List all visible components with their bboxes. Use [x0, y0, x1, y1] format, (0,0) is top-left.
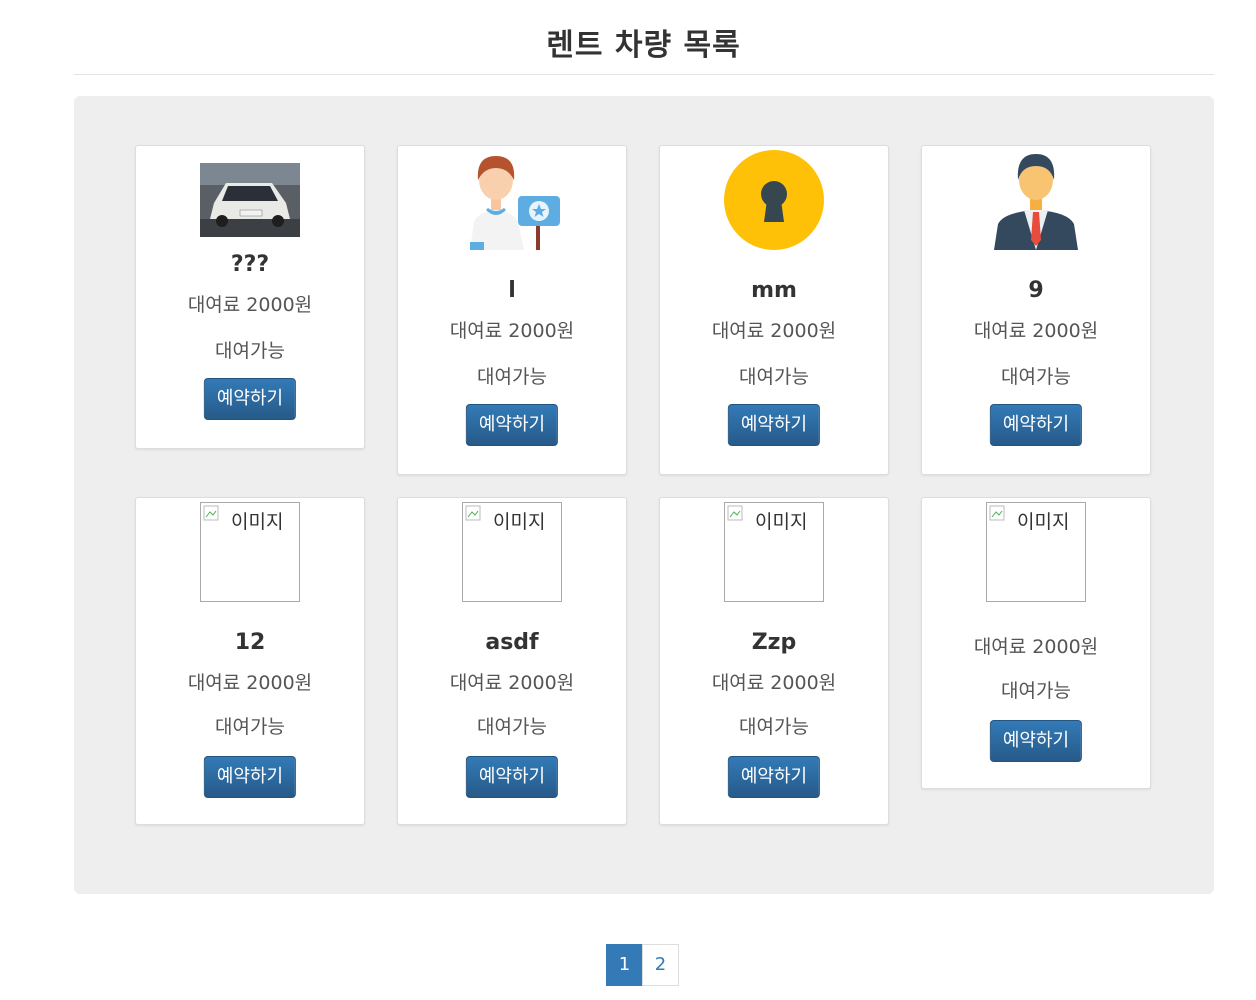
broken-image-icon — [989, 505, 1005, 521]
reserve-button[interactable]: 예약하기 — [203, 756, 297, 798]
availability-status: 대여가능 — [739, 366, 809, 388]
person-with-sign-icon — [462, 150, 562, 250]
image-alt-text: 이미지 — [1017, 511, 1070, 533]
rental-fee: 대여료 2000원 — [711, 320, 837, 342]
car-card: 이미지 대여료 2000원 대여가능 예약하기 — [921, 497, 1151, 789]
availability-status: 대여가능 — [1001, 680, 1071, 702]
title-divider — [74, 74, 1214, 75]
reserve-button[interactable]: 예약하기 — [465, 756, 559, 798]
broken-image: 이미지 — [724, 502, 824, 602]
car-card: 9 대여료 2000원 대여가능 예약하기 — [921, 145, 1151, 475]
car-list-panel: ??? 대여료 2000원 대여가능 예약하기 l 대여료 2000원 대여가능… — [74, 96, 1214, 894]
reserve-button[interactable]: 예약하기 — [727, 756, 821, 798]
reserve-button[interactable]: 예약하기 — [727, 404, 821, 446]
broken-image-icon — [203, 505, 219, 521]
reserve-button[interactable]: 예약하기 — [989, 720, 1083, 762]
reserve-button[interactable]: 예약하기 — [989, 404, 1083, 446]
reserve-button[interactable]: 예약하기 — [465, 404, 559, 446]
rental-fee: 대여료 2000원 — [973, 320, 1099, 342]
businessman-icon — [986, 150, 1086, 250]
availability-status: 대여가능 — [215, 340, 285, 362]
car-name: 9 — [1028, 278, 1044, 303]
broken-image: 이미지 — [462, 502, 562, 602]
page-2-link[interactable]: 2 — [642, 944, 679, 986]
rental-fee: 대여료 2000원 — [187, 672, 313, 694]
car-card: 이미지 asdf 대여료 2000원 대여가능 예약하기 — [397, 497, 627, 825]
keyhole-icon — [724, 150, 824, 250]
pagination: 1 2 — [606, 944, 679, 986]
availability-status: 대여가능 — [739, 716, 809, 738]
car-name: l — [508, 278, 516, 303]
broken-image: 이미지 — [986, 502, 1086, 602]
car-name: ??? — [230, 252, 270, 277]
car-name: 12 — [234, 630, 266, 655]
car-name: mm — [751, 278, 797, 303]
availability-status: 대여가능 — [477, 716, 547, 738]
image-alt-text: 이미지 — [755, 511, 808, 533]
car-card: 이미지 12 대여료 2000원 대여가능 예약하기 — [135, 497, 365, 825]
rental-fee: 대여료 2000원 — [449, 672, 575, 694]
availability-status: 대여가능 — [1001, 366, 1071, 388]
image-alt-text: 이미지 — [231, 511, 284, 533]
rental-fee: 대여료 2000원 — [449, 320, 575, 342]
car-card: l 대여료 2000원 대여가능 예약하기 — [397, 145, 627, 475]
rental-fee: 대여료 2000원 — [711, 672, 837, 694]
image-alt-text: 이미지 — [493, 511, 546, 533]
car-card: ??? 대여료 2000원 대여가능 예약하기 — [135, 145, 365, 449]
broken-image-icon — [727, 505, 743, 521]
rental-fee: 대여료 2000원 — [973, 636, 1099, 658]
car-name: Zzp — [751, 630, 797, 655]
broken-image: 이미지 — [200, 502, 300, 602]
availability-status: 대여가능 — [477, 366, 547, 388]
car-name: asdf — [485, 630, 539, 655]
reserve-button[interactable]: 예약하기 — [203, 378, 297, 420]
broken-image-icon — [465, 505, 481, 521]
availability-status: 대여가능 — [215, 716, 285, 738]
rental-fee: 대여료 2000원 — [187, 294, 313, 316]
page-title: 렌트 차량 목록 — [546, 28, 741, 63]
car-card: 이미지 Zzp 대여료 2000원 대여가능 예약하기 — [659, 497, 889, 825]
car-card: mm 대여료 2000원 대여가능 예약하기 — [659, 145, 889, 475]
page-1-link[interactable]: 1 — [606, 944, 643, 986]
car-photo — [200, 150, 300, 250]
